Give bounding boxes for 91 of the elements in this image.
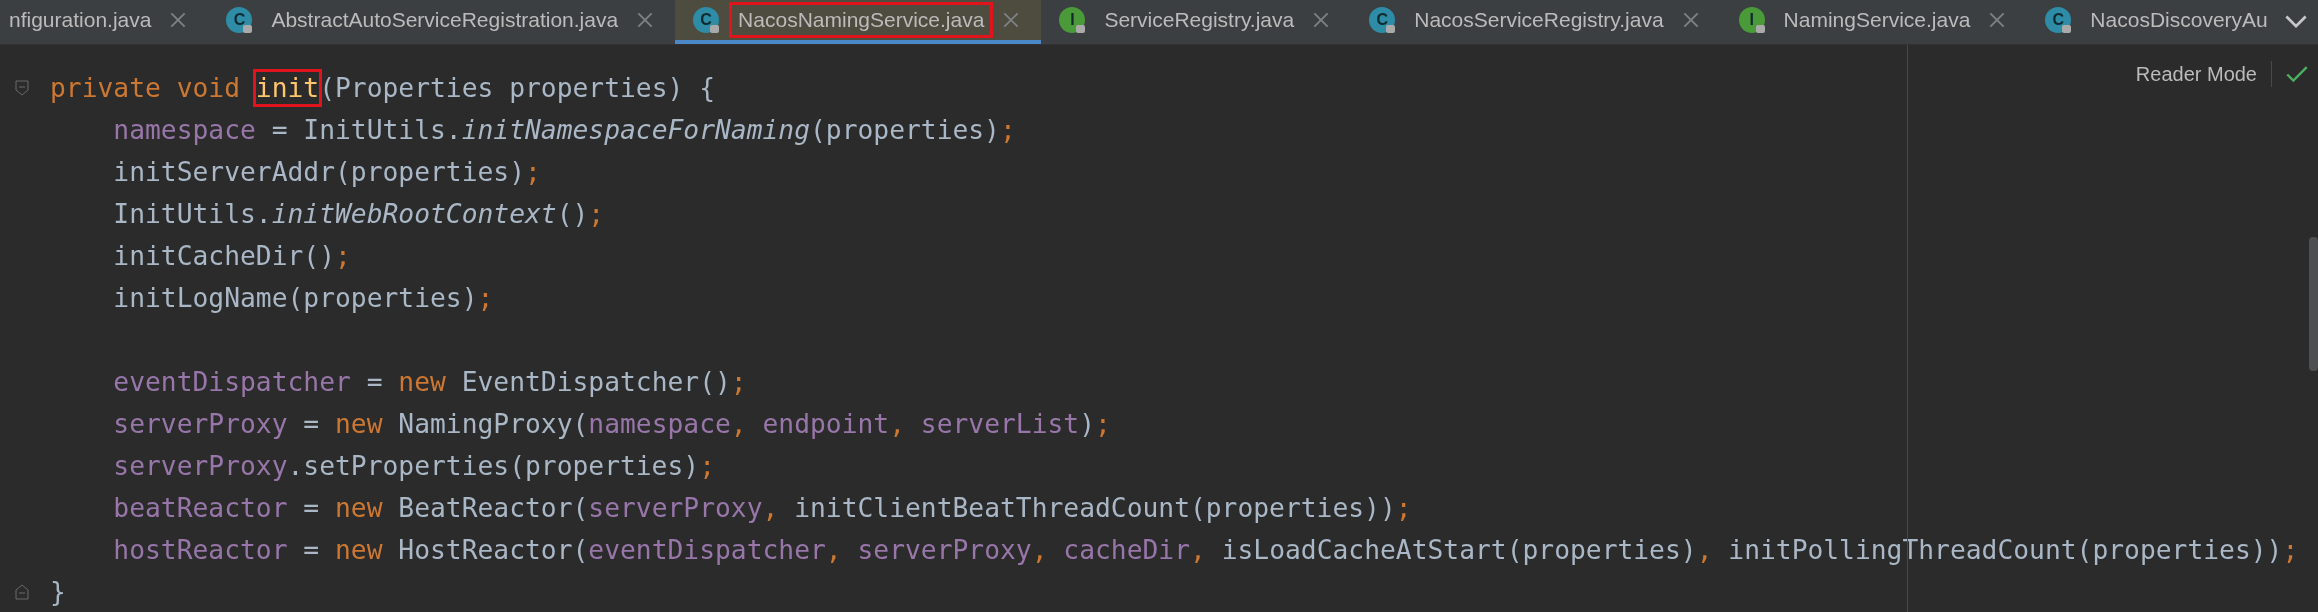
tab-label: NamingService.java [1782, 7, 1972, 33]
editor-tab[interactable]: C AbstractAutoServiceRegistration.java [208, 0, 676, 44]
checkmark-icon [2286, 65, 2308, 83]
field-token: serverList [920, 409, 1080, 439]
punctuation-token: ; [335, 241, 351, 271]
chevron-down-icon [2285, 15, 2307, 29]
file-type-icon: C [1369, 7, 1396, 33]
scrollbar-thumb[interactable] [2309, 237, 2318, 371]
editor-tab[interactable]: I ServiceRegistry.java [1041, 0, 1352, 44]
tab-label: NacosNamingService.java [729, 2, 994, 38]
field-token: serverProxy [113, 451, 288, 481]
file-type-icon: C [226, 7, 253, 33]
code-token: (properties) [809, 115, 1000, 145]
punctuation-token: ; [1395, 493, 1412, 523]
field-token: beatReactor [113, 493, 288, 523]
file-type-icon: I [1059, 7, 1086, 33]
punctuation-token: , [730, 409, 748, 439]
field-token: serverProxy [857, 535, 1032, 565]
code-token: EventDispatcher() [461, 367, 731, 397]
punctuation-token: , [1696, 535, 1714, 565]
punctuation-token: , [762, 493, 780, 523]
code-token: = [302, 493, 321, 523]
code-token: isLoadCacheAtStart(properties) [1221, 535, 1697, 565]
fold-icon[interactable] [15, 80, 29, 96]
code-token: = InitUtils. [270, 115, 462, 145]
field-token: serverProxy [588, 493, 763, 523]
code-token: initPollingThreadCount(properties)) [1728, 535, 2283, 565]
tab-label: ServiceRegistry.java [1103, 7, 1296, 33]
field-token: cacheDir [1063, 535, 1190, 565]
fold-icon[interactable] [15, 584, 29, 600]
tab-label: AbstractAutoServiceRegistration.java [270, 7, 620, 33]
code-token: = [302, 409, 321, 439]
close-icon[interactable] [170, 12, 187, 28]
static-call-token: initNamespaceForNaming [461, 115, 810, 145]
punctuation-token: ; [477, 283, 494, 313]
field-token: namespace [588, 409, 731, 439]
punctuation-token: ; [730, 367, 747, 397]
punctuation-token: , [1190, 535, 1207, 565]
code-token: initCacheDir() [113, 241, 335, 271]
punctuation-token: ; [2282, 535, 2299, 565]
field-token: hostReactor [113, 535, 288, 565]
close-icon[interactable] [1313, 12, 1330, 28]
editor-tab[interactable]: C NacosServiceRegistry.java [1351, 0, 1721, 44]
punctuation-token: , [889, 409, 906, 439]
punctuation-token: ; [699, 451, 715, 481]
close-icon[interactable] [1989, 12, 2006, 28]
field-token: eventDispatcher [588, 535, 826, 565]
tab-label: nfiguration.java [8, 7, 153, 33]
code-token: () [556, 199, 589, 229]
keyword-token: new [335, 409, 384, 439]
code-token: } [50, 577, 66, 607]
editor-tab[interactable]: I NamingService.java [1720, 0, 2028, 44]
close-icon[interactable] [1003, 12, 1020, 28]
code-token: ) [1079, 409, 1095, 439]
punctuation-token: , [825, 535, 843, 565]
editor-tab[interactable]: C NacosNamingService.java [675, 0, 1042, 44]
close-icon[interactable] [637, 12, 654, 28]
file-type-icon: I [1738, 7, 1765, 33]
code-token: InitUtils. [113, 199, 272, 229]
code-token: initClientBeatThreadCount(properties)) [794, 493, 1396, 523]
field-token: eventDispatcher [113, 367, 351, 397]
file-type-icon: C [693, 7, 720, 33]
tab-label: NacosDiscoveryAu [2089, 7, 2269, 33]
code-token: HostReactor( [398, 535, 589, 565]
code-token: BeatReactor( [398, 493, 589, 523]
field-token: endpoint [762, 409, 890, 439]
punctuation-token: ; [1095, 409, 1111, 439]
close-icon[interactable] [1682, 12, 1699, 28]
tab-label: NacosServiceRegistry.java [1413, 7, 1665, 33]
punctuation-token: ; [588, 199, 605, 229]
keyword-token: new [335, 535, 384, 565]
file-type-icon: C [2045, 7, 2072, 33]
code-token: initLogName(properties) [113, 283, 478, 313]
editor-tab[interactable]: nfiguration.java [0, 0, 209, 44]
code-token: NamingProxy( [398, 409, 589, 439]
field-token: namespace [113, 115, 256, 145]
keyword-token: new [335, 493, 384, 523]
reader-mode-button[interactable]: Reader Mode [2135, 62, 2257, 86]
code-token: initServerAddr(properties) [113, 157, 525, 187]
code-token: .setProperties(properties) [287, 451, 700, 481]
keyword-token: private void [50, 73, 241, 103]
field-token: serverProxy [113, 409, 288, 439]
static-call-token: initWebRootContext [271, 199, 557, 229]
code-token: = [302, 535, 321, 565]
editor-tab[interactable]: C NacosDiscoveryAu [2027, 0, 2274, 44]
punctuation-token: ; [999, 115, 1016, 145]
keyword-token: new [398, 367, 447, 397]
code-token: = [365, 367, 384, 397]
punctuation-token: ; [524, 157, 541, 187]
method-name-token: init [252, 69, 323, 107]
punctuation-token: , [1031, 535, 1049, 565]
